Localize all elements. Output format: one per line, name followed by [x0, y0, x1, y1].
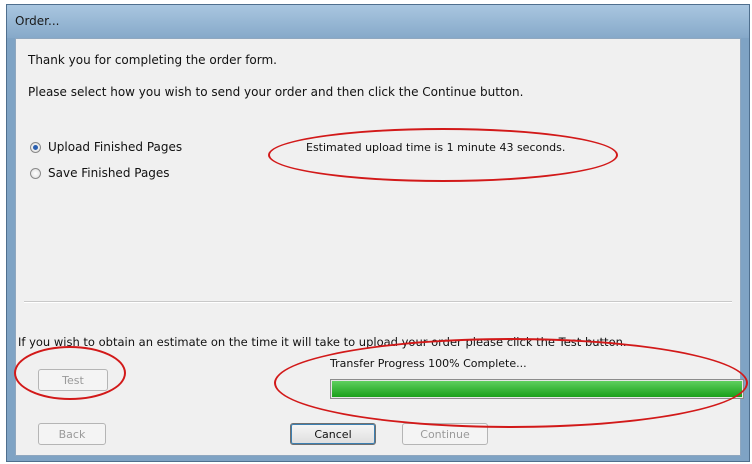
progress-fill: [332, 381, 742, 397]
divider: [24, 301, 732, 303]
order-dialog-window: Order... Thank you for completing the or…: [6, 4, 750, 462]
dialog-body: Thank you for completing the order form.…: [15, 38, 744, 456]
upload-radio[interactable]: [30, 142, 41, 153]
transfer-progress-bar: [330, 379, 744, 399]
continue-button[interactable]: Continue: [402, 423, 488, 445]
title-bar[interactable]: Order...: [7, 5, 749, 38]
upload-option-label[interactable]: Upload Finished Pages: [48, 140, 182, 154]
instruction-text: Please select how you wish to send your …: [28, 85, 524, 99]
progress-label: Transfer Progress 100% Complete...: [330, 357, 527, 370]
save-radio[interactable]: [30, 168, 41, 179]
estimate-text: Estimated upload time is 1 minute 43 sec…: [306, 141, 566, 154]
test-button[interactable]: Test: [38, 369, 108, 391]
window-title: Order...: [15, 14, 60, 28]
back-button[interactable]: Back: [38, 423, 106, 445]
cancel-button[interactable]: Cancel: [290, 423, 376, 445]
test-hint-text: If you wish to obtain an estimate on the…: [18, 335, 627, 349]
save-option-label[interactable]: Save Finished Pages: [48, 166, 170, 180]
intro-text: Thank you for completing the order form.: [28, 53, 277, 67]
